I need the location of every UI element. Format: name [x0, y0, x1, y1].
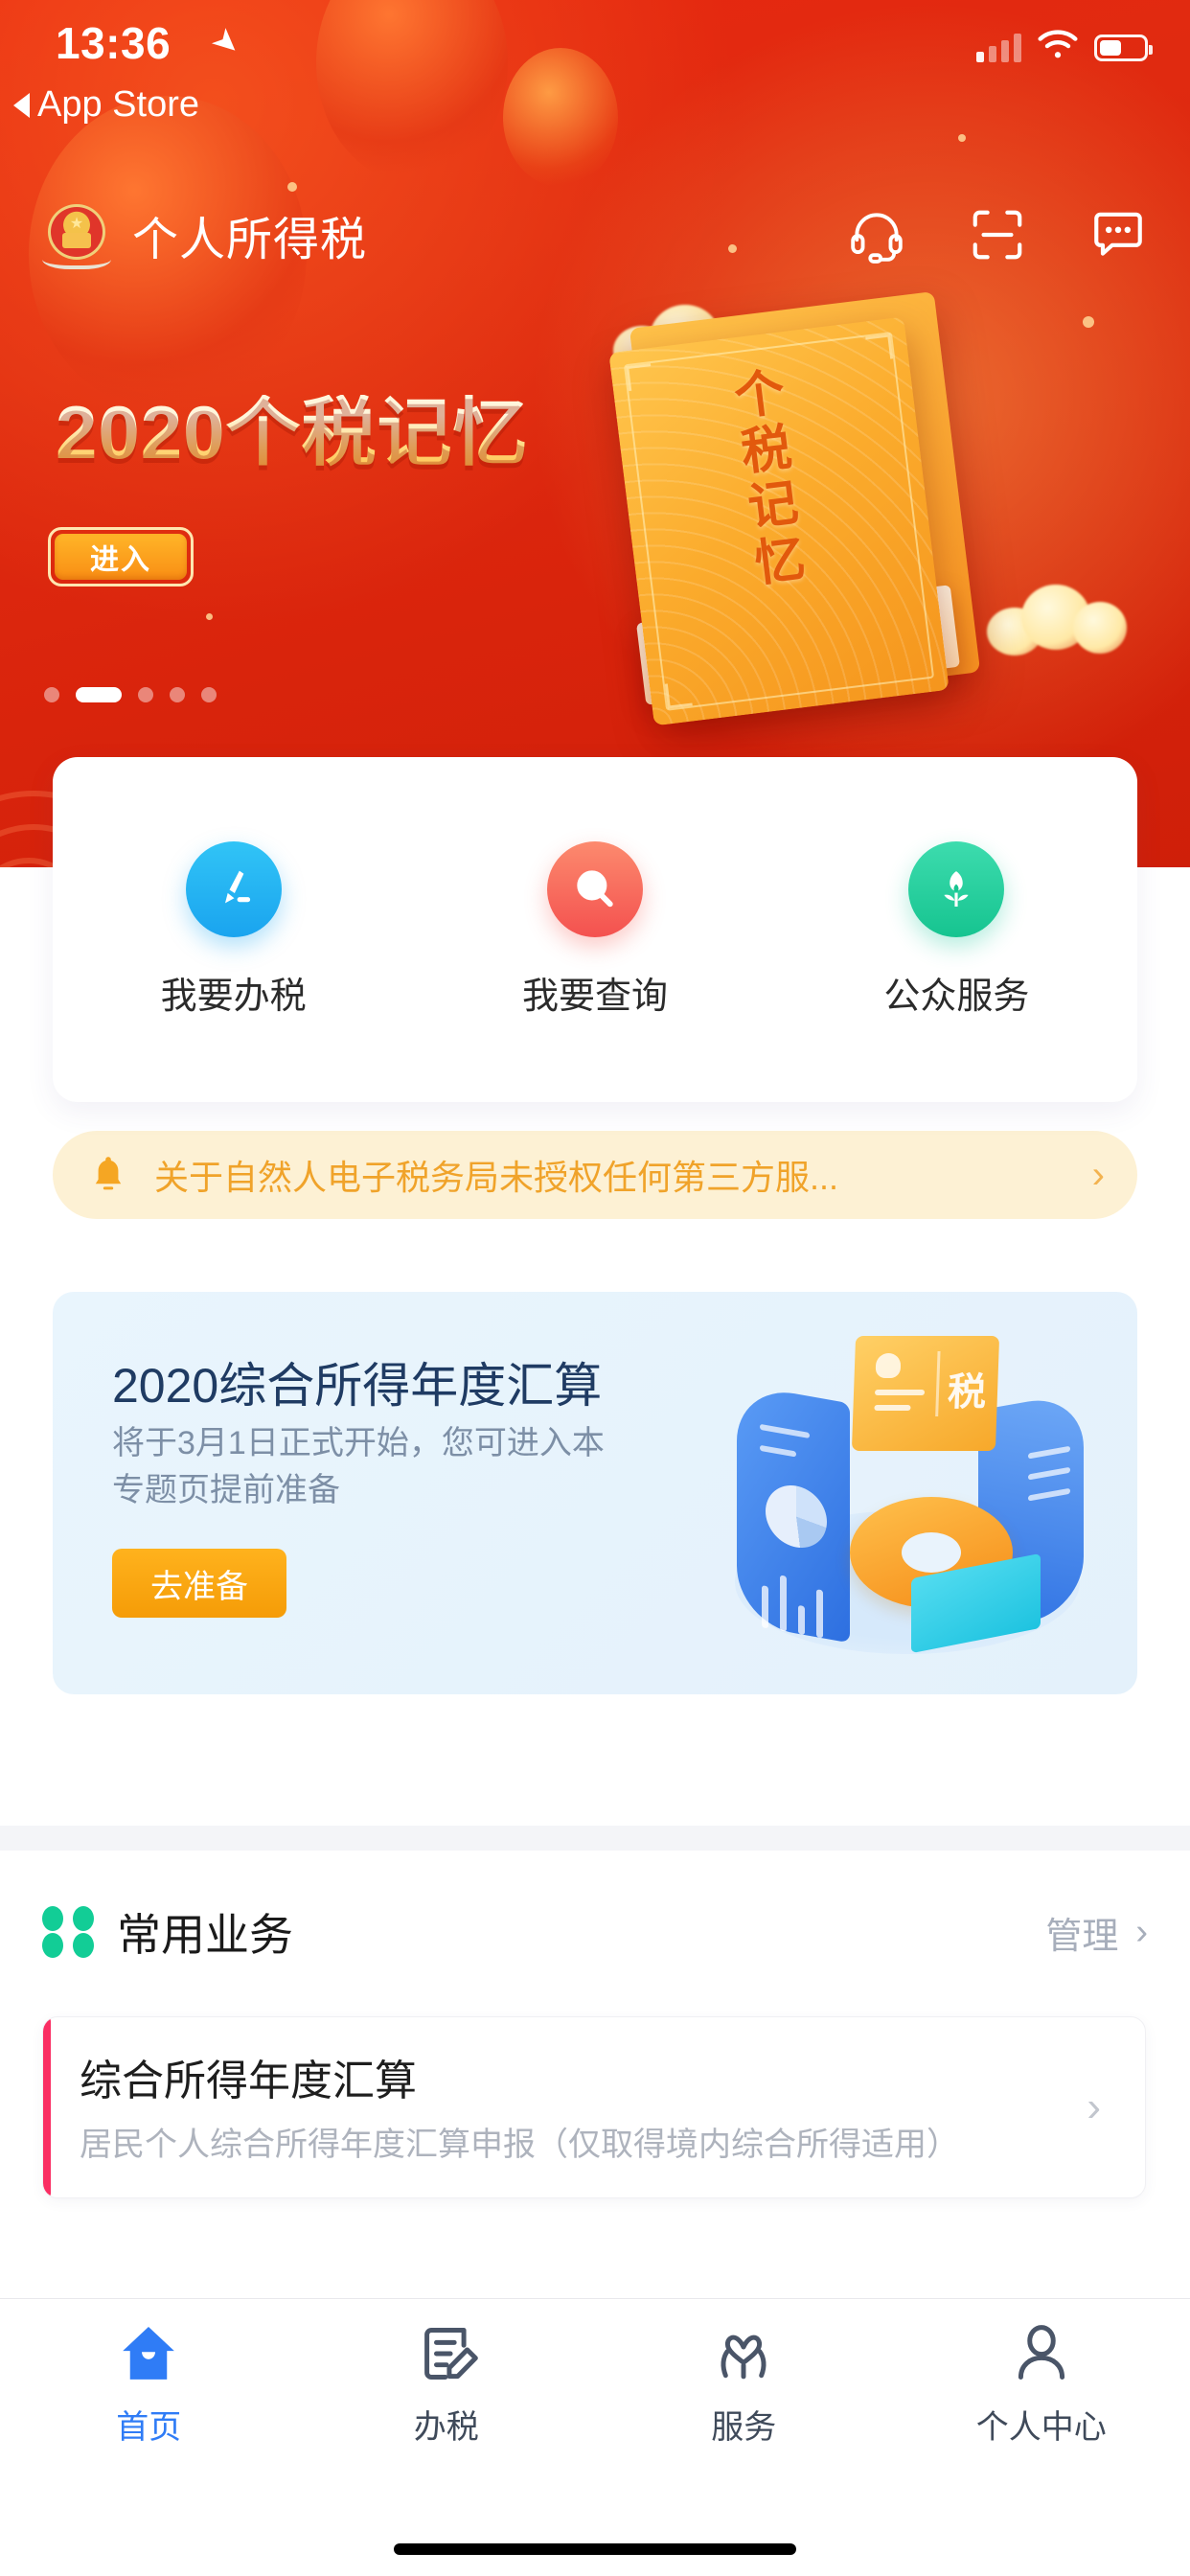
- app-header: ★ 个人所得税: [0, 178, 1190, 291]
- tab-banshui[interactable]: 办税: [298, 2320, 596, 2576]
- glow-dot: [206, 613, 213, 620]
- manage-button[interactable]: 管理 ›: [1045, 1906, 1148, 1959]
- chevron-right-icon: ›: [1135, 1911, 1148, 1952]
- annual-settlement-illustration: 税: [708, 1309, 1110, 1683]
- pagination-dot[interactable]: [201, 687, 217, 702]
- promo-subtitle: 将于3月1日正式开始，您可进入本专题页提前准备: [112, 1425, 605, 1509]
- location-arrow-icon: ➤: [203, 19, 249, 65]
- scan-icon[interactable]: [968, 205, 1027, 264]
- promo-card[interactable]: 2020综合所得年度汇算 将于3月1日正式开始，您可进入本专题页提前准备 去准备…: [53, 1292, 1137, 1694]
- document-edit-icon: [423, 2328, 478, 2380]
- headset-icon[interactable]: [847, 205, 906, 264]
- section-title: 常用业务: [117, 1910, 293, 1960]
- promo-title: 2020综合所得年度汇算: [112, 1359, 603, 1413]
- battery-icon: [1094, 34, 1153, 61]
- home-icon: [123, 2327, 175, 2380]
- tax-bureau-emblem-icon: ★: [42, 200, 111, 269]
- pen-edit-icon: [185, 840, 282, 937]
- quick-action-banshui[interactable]: 我要办税: [53, 840, 414, 1019]
- person-icon: [1018, 2325, 1064, 2380]
- banner-enter-button-label: 进入: [55, 534, 187, 580]
- magnifier-icon: [546, 840, 643, 937]
- promo-prepare-button[interactable]: 去准备: [112, 1549, 286, 1618]
- quick-action-chaxun[interactable]: 我要查询: [414, 840, 775, 1019]
- tab-fuwu[interactable]: 服务: [595, 2320, 893, 2576]
- promo-illustration-text: 税: [947, 1371, 987, 1414]
- list-item[interactable]: 综合所得年度汇算 居民个人综合所得年度汇算申报（仅取得境内综合所得适用） ›: [42, 2016, 1146, 2198]
- quick-actions-card: 我要办税 我要查询 公众服务: [53, 757, 1137, 1102]
- chevron-right-icon: ›: [1091, 1153, 1105, 1196]
- wifi-icon: [1037, 29, 1079, 66]
- notice-text: 关于自然人电子税务局未授权任何第三方服...: [154, 1158, 839, 1197]
- banner-enter-button[interactable]: 进入: [48, 527, 194, 586]
- message-icon[interactable]: [1088, 205, 1148, 264]
- pagination-dot[interactable]: [44, 687, 59, 702]
- heart-hands-icon: [721, 2334, 767, 2380]
- business-item-title: 综合所得年度汇算: [80, 2058, 417, 2105]
- status-time: 13:36: [56, 18, 172, 68]
- tab-label: 首页: [116, 2409, 182, 2446]
- tab-home[interactable]: 首页: [0, 2320, 298, 2576]
- banner-pagination-dots[interactable]: [44, 687, 217, 702]
- notice-banner[interactable]: 关于自然人电子税务局未授权任何第三方服... ›: [53, 1131, 1137, 1219]
- flower-icon: [908, 840, 1005, 937]
- quick-action-label: 公众服务: [883, 976, 1030, 1017]
- page-title: 个人所得税: [132, 215, 368, 265]
- quick-action-label: 我要查询: [521, 976, 668, 1017]
- business-item-desc: 居民个人综合所得年度汇算申报（仅取得境内综合所得适用）: [80, 2127, 959, 2164]
- tab-label: 个人中心: [975, 2409, 1107, 2446]
- tab-label: 服务: [711, 2409, 777, 2446]
- chevron-right-icon: ›: [1087, 2083, 1101, 2130]
- back-label: App Store: [37, 84, 199, 125]
- status-bar: 13:36 ➤ App Store: [0, 0, 1190, 144]
- bottom-tab-bar: 首页 办税 服务 个人中心: [0, 2298, 1190, 2576]
- pagination-dot[interactable]: [170, 687, 185, 702]
- banner-title: 2020个税记忆: [56, 390, 529, 474]
- quick-action-gongzhong[interactable]: 公众服务: [776, 840, 1137, 1019]
- manage-label: 管理: [1045, 1916, 1119, 1957]
- pagination-dot[interactable]: [138, 687, 153, 702]
- tab-label: 办税: [413, 2409, 479, 2446]
- back-triangle-icon: [13, 92, 30, 118]
- four-petal-icon: [42, 1906, 94, 1958]
- header-actions: [847, 205, 1148, 264]
- quick-action-label: 我要办税: [160, 976, 307, 1017]
- book-illustration: 个税记忆: [608, 288, 1016, 748]
- cellular-signal-icon: [976, 33, 1021, 62]
- glow-dot: [1083, 316, 1094, 328]
- bell-icon: [85, 1152, 131, 1198]
- home-indicator: [394, 2543, 796, 2555]
- section-divider: [0, 1826, 1190, 1851]
- pagination-dot-active[interactable]: [76, 687, 122, 702]
- tab-personal-center[interactable]: 个人中心: [893, 2320, 1190, 2576]
- back-to-app-store-button[interactable]: App Store: [13, 84, 199, 126]
- status-indicators: [976, 29, 1153, 66]
- common-services-header: 常用业务 管理 ›: [0, 1886, 1190, 1978]
